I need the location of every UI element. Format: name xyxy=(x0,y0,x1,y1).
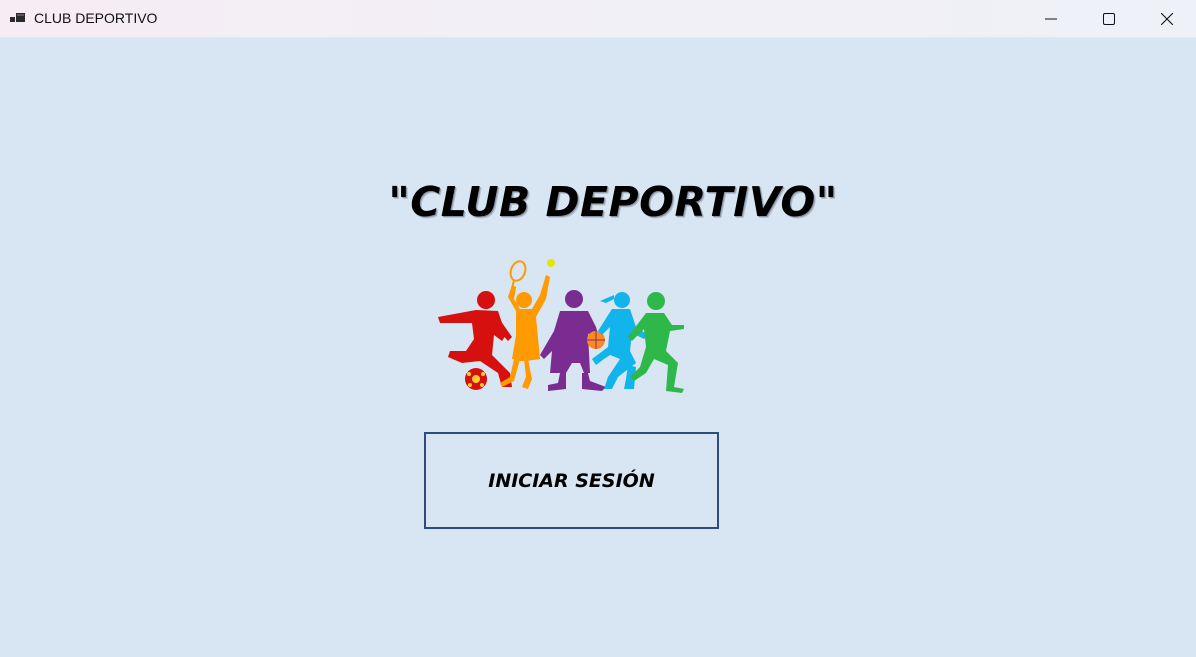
maximize-button[interactable] xyxy=(1080,0,1138,37)
sports-kids-silhouettes-logo xyxy=(432,255,692,395)
app-window-icon xyxy=(10,11,26,25)
app-window: CLUB DEPORTIVO "CLUB DEPORTIVO" INICIAR … xyxy=(0,0,1196,657)
title-bar[interactable]: CLUB DEPORTIVO xyxy=(0,0,1196,38)
page-title: "CLUB DEPORTIVO" xyxy=(388,178,838,226)
minimize-icon xyxy=(1045,13,1057,25)
login-button[interactable]: INICIAR SESIÓN xyxy=(424,432,719,529)
close-button[interactable] xyxy=(1138,0,1196,37)
green-player-silhouette xyxy=(628,292,684,393)
close-icon xyxy=(1161,12,1173,25)
minimize-button[interactable] xyxy=(1022,0,1080,37)
window-title: CLUB DEPORTIVO xyxy=(34,10,158,26)
login-button-label: INICIAR SESIÓN xyxy=(488,469,655,492)
maximize-icon xyxy=(1103,12,1115,25)
tennis-ball-icon xyxy=(547,259,555,267)
